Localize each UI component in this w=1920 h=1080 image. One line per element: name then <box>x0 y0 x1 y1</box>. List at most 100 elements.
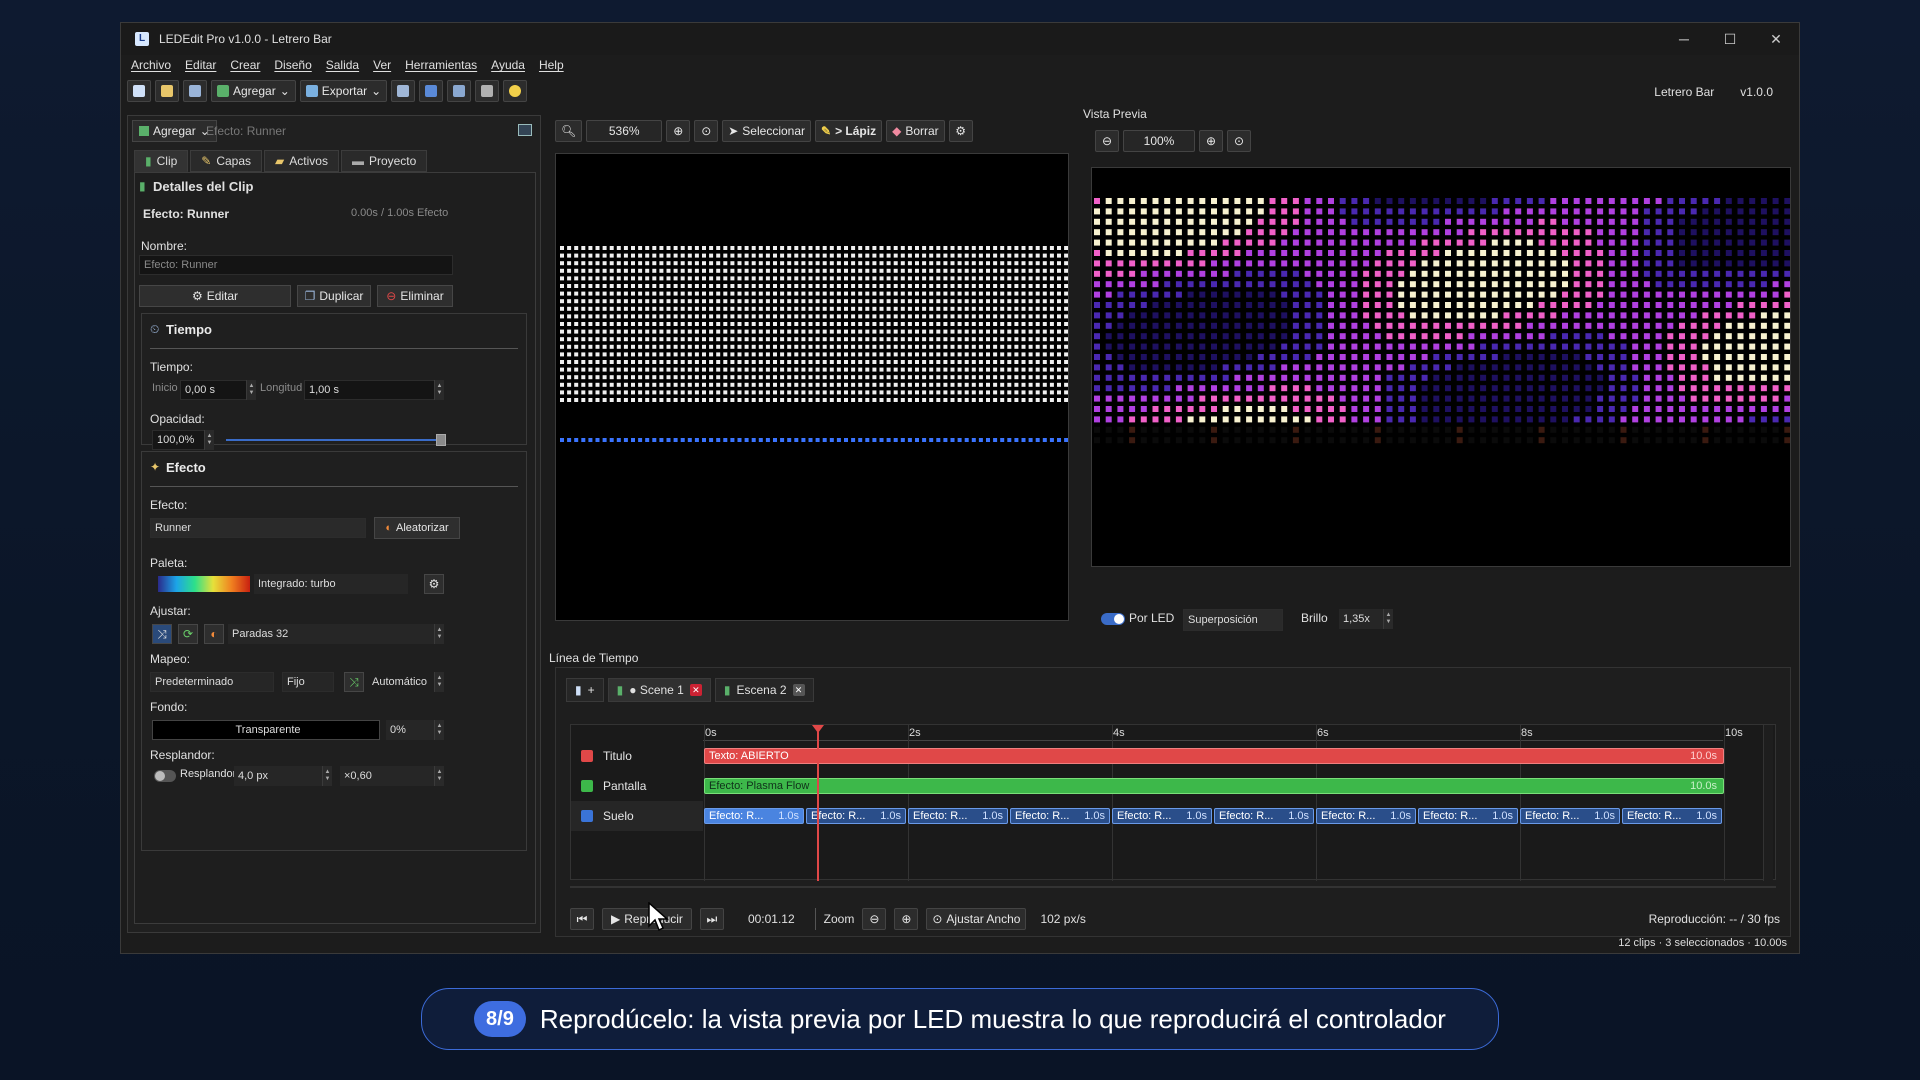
agregar-button[interactable]: Agregar ⌄ <box>211 80 296 102</box>
shuffle-button[interactable]: ⤨ <box>152 624 172 644</box>
resplandor-toggle[interactable] <box>154 770 176 782</box>
save-button[interactable] <box>183 80 207 102</box>
clip-pantalla[interactable]: Efecto: Plasma Flow 10.0s <box>704 778 1724 794</box>
mapeo-select[interactable]: Predeterminado <box>150 672 274 692</box>
preview-zoom-out-button[interactable]: ⊖ <box>1095 130 1119 152</box>
aleatorizar-button[interactable]: ◐ Aleatorizar <box>374 517 460 539</box>
select-tool-button[interactable]: ➤ Seleccionar <box>722 120 811 142</box>
resplandor-px-spinner[interactable]: ▲ ▼ <box>322 766 332 786</box>
clip-suelo[interactable]: Efecto: R... 1.0s <box>806 808 906 824</box>
close-button[interactable]: ✕ <box>1753 23 1799 55</box>
fijo-select[interactable]: Fijo <box>282 672 334 692</box>
clip-suelo[interactable]: Efecto: R... 1.0s <box>1418 808 1518 824</box>
longitud-input[interactable]: 1,00 s <box>304 380 444 400</box>
new-file-button[interactable] <box>127 80 151 102</box>
paradas-input[interactable]: Paradas 32 <box>228 624 434 644</box>
agregar-dropdown[interactable]: Agregar ⌄ <box>132 120 217 142</box>
overlay-select[interactable]: Superposición <box>1183 609 1283 631</box>
minimize-button[interactable]: ─ <box>1661 23 1707 55</box>
resplandor-px-input[interactable]: 4,0 px <box>234 766 326 786</box>
timeline-vscrollbar[interactable] <box>1763 725 1773 881</box>
menu-crear[interactable]: Crear <box>230 58 260 72</box>
delete-button[interactable]: ⊖ Eliminar <box>377 285 453 307</box>
track-pantalla[interactable]: Pantalla <box>571 771 703 801</box>
rainbow-button[interactable]: ◐ <box>204 624 224 644</box>
brillo-input[interactable]: 1,35x <box>1339 609 1387 629</box>
preview-zoom-in-button[interactable]: ⊕ <box>1199 130 1223 152</box>
clip-suelo[interactable]: Efecto: R... 1.0s <box>1112 808 1212 824</box>
go-end-button[interactable]: ⏭ <box>699 908 724 930</box>
opacidad-slider-handle[interactable] <box>436 434 446 446</box>
fit-width-button[interactable]: ⊙ Ajustar Ancho <box>926 908 1027 930</box>
tab-escena-2[interactable]: ▮ Escena 2 ✕ <box>714 678 814 702</box>
exportar-button[interactable]: Exportar ⌄ <box>299 80 388 102</box>
tips-button[interactable] <box>503 80 528 102</box>
name-input[interactable]: Efecto: Runner <box>139 255 453 275</box>
playhead-handle[interactable] <box>812 725 824 733</box>
inicio-input[interactable]: 0,00 s <box>180 380 256 400</box>
tab-proyecto[interactable]: ▬ Proyecto <box>340 150 428 172</box>
go-start-button[interactable]: ⏮ <box>570 908 594 930</box>
timeline-zoom-in-button[interactable]: ⊕ <box>894 908 919 930</box>
clip-suelo[interactable]: Efecto: R... 1.0s <box>908 808 1008 824</box>
duplicate-button[interactable]: ❐ Duplicar <box>297 285 371 307</box>
por-led-toggle[interactable] <box>1101 613 1125 625</box>
timeline-hscrollbar[interactable] <box>570 886 1776 888</box>
brillo-spinner[interactable]: ▲ ▼ <box>1383 609 1393 629</box>
editor-settings-button[interactable]: ⚙ <box>948 120 973 142</box>
close-icon[interactable]: ✕ <box>689 684 702 696</box>
cycle-button[interactable]: ⟳ <box>178 624 198 644</box>
menu-diseno[interactable]: Diseño <box>274 58 311 72</box>
led-edit-canvas[interactable] <box>555 153 1069 621</box>
maximize-button[interactable]: ☐ <box>1707 23 1753 55</box>
preview-zoom-fit-button[interactable]: ⊙ <box>1227 130 1251 152</box>
led-preview-canvas[interactable] <box>1091 167 1791 567</box>
paradas-spinner[interactable]: ▲ ▼ <box>434 624 444 644</box>
erase-tool-button[interactable]: ◆ Borrar <box>886 120 945 142</box>
menu-ayuda[interactable]: Ayuda <box>491 58 525 72</box>
led-grid-edit[interactable] <box>556 154 1069 621</box>
opacidad-spinner[interactable]: ▲ ▼ <box>204 430 214 450</box>
auto-map-button[interactable]: ⤨ <box>344 672 364 692</box>
timeline-zoom-out-button[interactable]: ⊖ <box>862 908 887 930</box>
library-button[interactable] <box>475 80 500 102</box>
close-icon[interactable]: ✕ <box>792 684 805 696</box>
fondo-spinner[interactable]: ▲ ▼ <box>434 720 444 740</box>
clip-suelo[interactable]: Efecto: R... 1.0s <box>704 808 804 824</box>
open-file-button[interactable] <box>155 80 179 102</box>
opacidad-slider-track[interactable] <box>226 439 442 441</box>
menu-herramientas[interactable]: Herramientas <box>405 58 477 72</box>
panel-layout-icon[interactable] <box>518 124 532 136</box>
resplandor-mult-spinner[interactable]: ▲ ▼ <box>434 766 444 786</box>
inicio-spinner[interactable]: ▲ ▼ <box>246 380 256 400</box>
preview-zoom-input[interactable]: 100% <box>1123 130 1195 152</box>
menu-editar[interactable]: Editar <box>185 58 216 72</box>
palette-settings-button[interactable]: ⚙ <box>424 574 444 594</box>
tab-activos[interactable]: ▰ Activos <box>264 150 339 172</box>
clip-suelo[interactable]: Efecto: R... 1.0s <box>1010 808 1110 824</box>
fondo-color[interactable]: Transparente <box>152 720 380 740</box>
efecto-select[interactable]: Runner <box>150 518 366 538</box>
playhead[interactable] <box>817 725 819 881</box>
pencil-tool-button[interactable]: ✎ > Lápiz <box>815 120 883 142</box>
edit-button[interactable]: ⚙ Editar <box>139 285 291 307</box>
auto-spinner[interactable]: ▲ ▼ <box>434 672 444 692</box>
clip-suelo[interactable]: Efecto: R... 1.0s <box>1520 808 1620 824</box>
menu-help[interactable]: Help <box>539 58 564 72</box>
clip-titulo[interactable]: Texto: ABIERTO 10.0s <box>704 748 1724 764</box>
auto-select[interactable]: Automático <box>368 672 438 692</box>
clip-suelo[interactable]: Efecto: R... 1.0s <box>1214 808 1314 824</box>
menu-ver[interactable]: Ver <box>373 58 391 72</box>
menu-salida[interactable]: Salida <box>326 58 359 72</box>
zoom-in-button[interactable]: ⊕ <box>666 120 691 142</box>
tab-clip[interactable]: ▮ Clip <box>134 150 189 172</box>
track-titulo[interactable]: Titulo <box>571 741 703 771</box>
layout-1-button[interactable] <box>391 80 416 102</box>
tab-scene-1[interactable]: ▮ ● Scene 1 ✕ <box>607 678 711 702</box>
timeline-grid[interactable]: 0s 2s 4s 6s 8s 10s Titulo Pantalla Suelo… <box>570 724 1776 881</box>
clip-suelo[interactable]: Efecto: R... 1.0s <box>1622 808 1722 824</box>
longitud-spinner[interactable]: ▲ ▼ <box>434 380 444 400</box>
menu-archivo[interactable]: Archivo <box>131 58 171 72</box>
fondo-pct-input[interactable]: 0% <box>386 720 434 740</box>
opacidad-input[interactable]: 100,0% <box>152 430 208 450</box>
